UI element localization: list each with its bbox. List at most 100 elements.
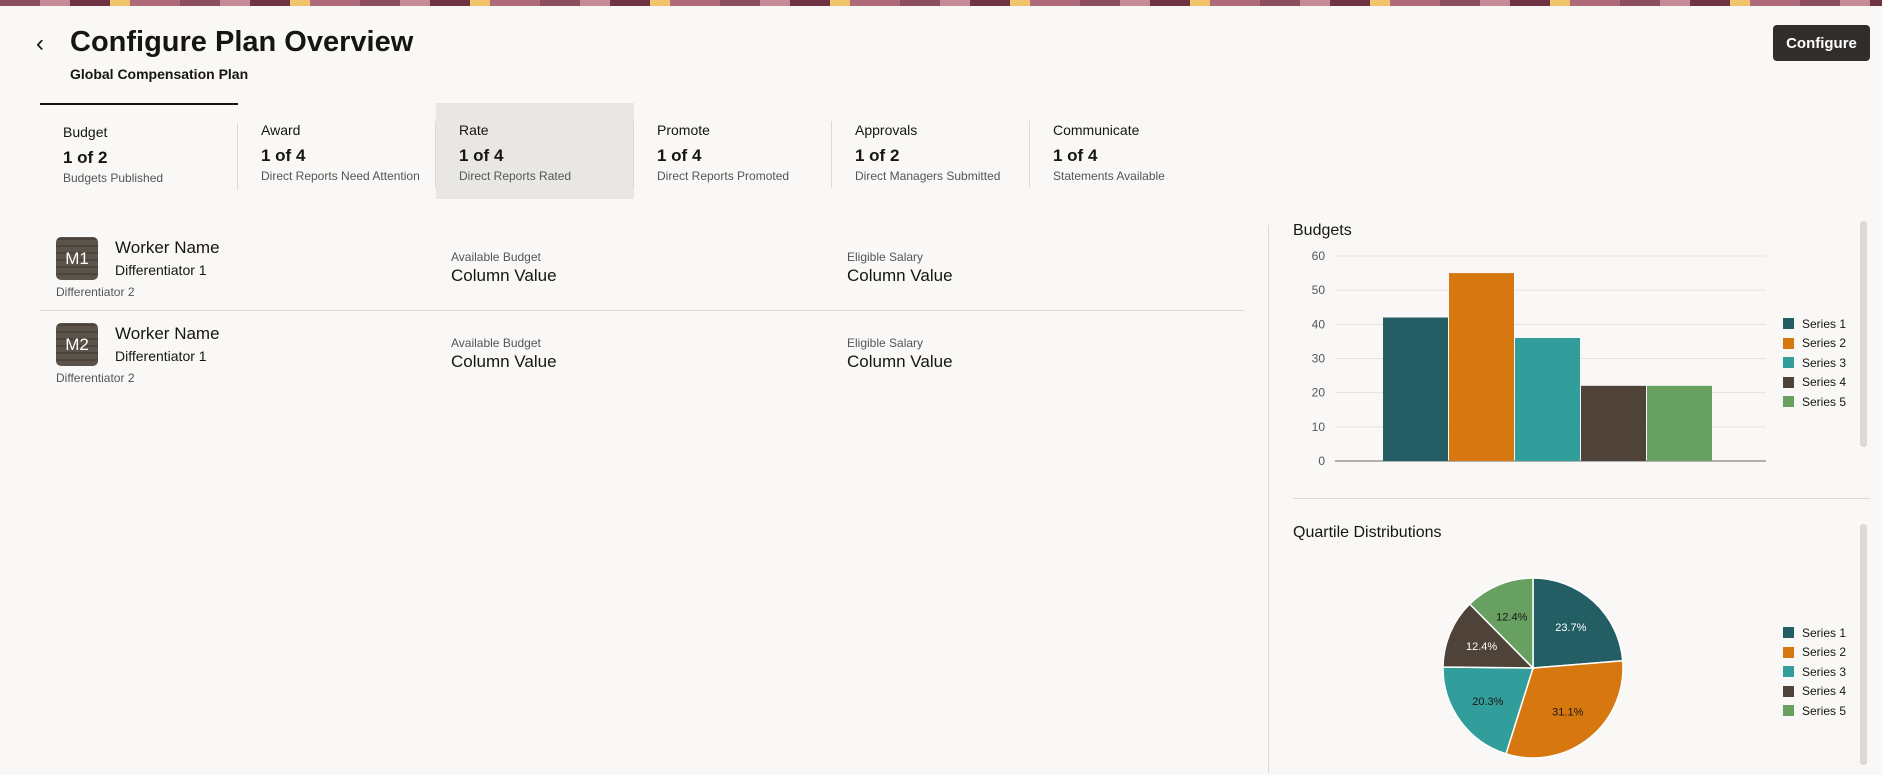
budgets-bar-chart: 0 10 20 30 40 50 60 (1312, 249, 1766, 468)
y-tick-label: 50 (1312, 283, 1326, 297)
y-tick-label: 10 (1312, 420, 1326, 434)
eligible-salary-label: Eligible Salary (847, 250, 924, 264)
tab-count: 1 of 4 (1053, 146, 1098, 165)
page-title: Configure Plan Overview (70, 26, 414, 58)
page-subtitle: Global Compensation Plan (70, 66, 249, 82)
quartile-chart-title: Quartile Distributions (1293, 524, 1442, 541)
legend-swatch (1783, 705, 1794, 717)
tab-count: 1 of 4 (261, 146, 306, 165)
available-budget-value: Column Value (451, 266, 557, 285)
bar-4[interactable] (1581, 385, 1646, 461)
budgets-legend: Series 1 Series 2 Series 3 Series 4 Series 5 (1783, 314, 1846, 412)
available-budget-value: Column Value (451, 352, 557, 371)
pie-data-label: 12.4% (1466, 641, 1497, 653)
tab-status: Statements Available (1053, 169, 1165, 183)
tab-budget[interactable]: Budget 1 of 2 Budgets Published (40, 103, 238, 199)
tab-status: Direct Managers Submitted (855, 169, 1001, 183)
legend-item[interactable]: Series 1 (1783, 623, 1846, 643)
legend-swatch (1783, 646, 1794, 658)
legend-swatch (1783, 318, 1794, 330)
legend-item[interactable]: Series 4 (1783, 373, 1846, 393)
tab-status: Direct Reports Promoted (657, 169, 790, 183)
avatar: M1 (56, 237, 98, 280)
tab-promote[interactable]: Promote 1 of 4 Direct Reports Promoted (634, 103, 832, 199)
pie-data-label: 23.7% (1555, 622, 1586, 634)
differentiator-2: Differentiator 2 (56, 371, 135, 385)
tab-label: Rate (459, 122, 489, 138)
legend-item[interactable]: Series 2 (1783, 334, 1846, 354)
y-tick-label: 60 (1312, 249, 1326, 263)
legend-swatch (1783, 337, 1794, 349)
legend-item[interactable]: Series 3 (1783, 353, 1846, 373)
available-budget-label: Available Budget (451, 250, 541, 264)
tab-count: 1 of 2 (855, 146, 900, 165)
legend-swatch (1783, 396, 1794, 408)
tab-count: 1 of 4 (657, 146, 702, 165)
quartile-pie-chart: 23.7% 31.1% 20.3% 12.4% 12.4% (1442, 577, 1624, 759)
pie-data-label: 12.4% (1496, 611, 1527, 623)
tab-count: 1 of 2 (63, 148, 108, 167)
legend-label: Series 1 (1802, 625, 1847, 640)
tab-label: Promote (657, 122, 710, 138)
budgets-scrollbar[interactable] (1860, 221, 1867, 447)
legend-label: Series 3 (1802, 664, 1847, 679)
tab-label: Communicate (1053, 122, 1140, 138)
pie-data-label: 31.1% (1552, 707, 1583, 719)
tab-rate[interactable]: Rate 1 of 4 Direct Reports Rated (436, 103, 634, 199)
worker-row[interactable]: M1 Worker Name Differentiator 1 Differen… (40, 225, 1244, 311)
tab-status: Budgets Published (63, 171, 164, 185)
y-tick-label: 0 (1318, 454, 1325, 468)
tab-label: Award (261, 122, 301, 138)
back-chevron-icon[interactable]: ‹ (36, 30, 44, 58)
legend-label: Series 5 (1802, 394, 1847, 409)
legend-item[interactable]: Series 3 (1783, 662, 1846, 682)
legend-label: Series 5 (1802, 703, 1847, 718)
worker-name[interactable]: Worker Name (115, 324, 220, 344)
legend-swatch (1783, 666, 1794, 678)
legend-label: Series 2 (1802, 645, 1847, 660)
budgets-chart-title: Budgets (1293, 222, 1352, 239)
quartile-legend: Series 1 Series 2 Series 3 Series 4 Series 5 (1783, 623, 1846, 721)
eligible-salary-value: Column Value (847, 352, 953, 371)
legend-item[interactable]: Series 1 (1783, 314, 1846, 334)
configure-button[interactable]: Configure (1773, 25, 1870, 61)
plan-steps-tabs: Budget 1 of 2 Budgets Published Award 1 of 4… (40, 103, 1228, 199)
bar-2[interactable] (1449, 273, 1514, 461)
quartile-scrollbar[interactable] (1860, 524, 1867, 765)
avatar: M2 (56, 323, 98, 366)
worker-name[interactable]: Worker Name (115, 238, 220, 258)
legend-item[interactable]: Series 5 (1783, 701, 1846, 721)
legend-label: Series 4 (1802, 375, 1847, 390)
tab-award[interactable]: Award 1 of 4 Direct Reports Need Attention (238, 103, 436, 199)
tab-communicate[interactable]: Communicate 1 of 4 Statements Available (1030, 103, 1228, 199)
tab-label: Budget (63, 124, 108, 140)
tab-label: Approvals (855, 122, 918, 138)
legend-swatch (1783, 627, 1794, 639)
legend-swatch (1783, 685, 1794, 697)
legend-label: Series 2 (1802, 336, 1847, 351)
bar-5[interactable] (1647, 385, 1712, 461)
differentiator-1: Differentiator 1 (115, 348, 207, 364)
y-tick-label: 20 (1312, 386, 1326, 400)
eligible-salary-label: Eligible Salary (847, 336, 924, 350)
legend-swatch (1783, 357, 1794, 369)
header-banner (0, 0, 1882, 6)
bar-1[interactable] (1383, 317, 1448, 462)
legend-item[interactable]: Series 2 (1783, 643, 1846, 663)
legend-item[interactable]: Series 5 (1783, 392, 1846, 412)
tab-status: Direct Reports Rated (459, 169, 572, 183)
differentiator-2: Differentiator 2 (56, 285, 135, 299)
bar-3[interactable] (1515, 338, 1580, 461)
y-tick-label: 30 (1312, 352, 1326, 366)
legend-item[interactable]: Series 4 (1783, 682, 1846, 702)
legend-label: Series 4 (1802, 684, 1847, 699)
legend-label: Series 3 (1802, 355, 1847, 370)
tab-approvals[interactable]: Approvals 1 of 2 Direct Managers Submitted (832, 103, 1030, 199)
legend-label: Series 1 (1802, 316, 1847, 331)
legend-swatch (1783, 376, 1794, 388)
y-tick-label: 40 (1312, 317, 1326, 331)
tab-count: 1 of 4 (459, 146, 504, 165)
worker-row[interactable]: M2 Worker Name Differentiator 1 Differen… (40, 311, 1244, 397)
tab-status: Direct Reports Need Attention (261, 169, 420, 183)
panel-divider (1268, 225, 1269, 773)
